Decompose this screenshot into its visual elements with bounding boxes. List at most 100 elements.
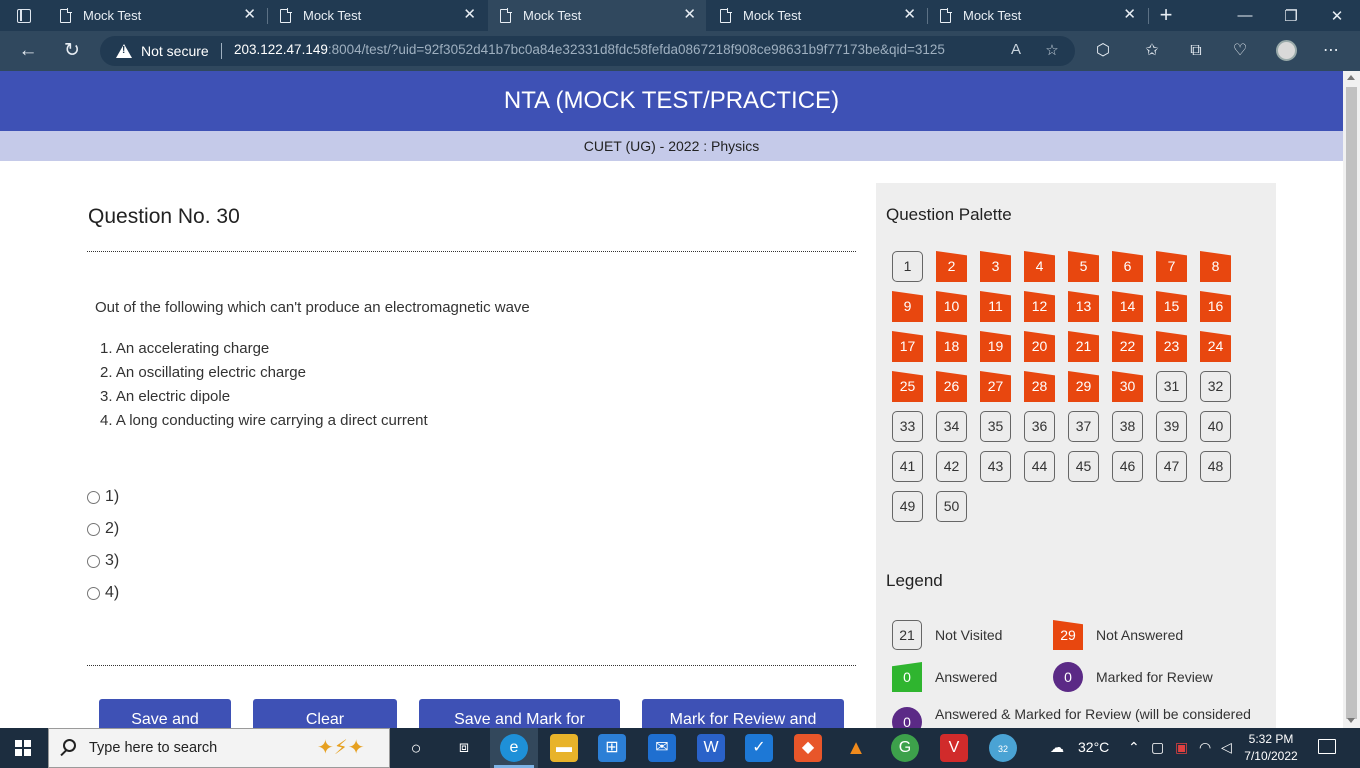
- browser-tab-2[interactable]: Mock Test ✕: [268, 0, 486, 31]
- tab-actions-button[interactable]: [0, 0, 48, 31]
- palette-question-30[interactable]: 30: [1112, 371, 1143, 402]
- palette-question-32[interactable]: 32: [1200, 371, 1231, 402]
- browser-tab-4[interactable]: Mock Test ✕: [708, 0, 926, 31]
- close-icon[interactable]: ✕: [243, 7, 256, 23]
- volume-icon[interactable]: ◁: [1221, 739, 1232, 756]
- palette-question-42[interactable]: 42: [936, 451, 967, 482]
- palette-question-33[interactable]: 33: [892, 411, 923, 442]
- radio-button[interactable]: [87, 522, 100, 536]
- brave-browser-icon[interactable]: ◆: [794, 734, 822, 762]
- url-text[interactable]: 203.122.47.149:8004/test/?uid=92f3052d41…: [234, 42, 945, 57]
- vlc-icon[interactable]: ▲: [842, 734, 870, 762]
- weather-icon[interactable]: ☁: [1050, 739, 1064, 756]
- cortana-icon[interactable]: ○: [402, 734, 430, 762]
- palette-question-20[interactable]: 20: [1024, 331, 1055, 362]
- task-view-icon[interactable]: ⧈: [450, 734, 478, 762]
- palette-question-10[interactable]: 10: [936, 291, 967, 322]
- palette-question-14[interactable]: 14: [1112, 291, 1143, 322]
- palette-question-19[interactable]: 19: [980, 331, 1011, 362]
- security-indicator[interactable]: Not secure: [116, 41, 209, 61]
- collections-icon[interactable]: ⧉: [1183, 39, 1209, 63]
- temperature[interactable]: 32°C: [1078, 739, 1109, 755]
- todo-icon[interactable]: ✓: [745, 734, 773, 762]
- refresh-icon[interactable]: ↻: [59, 39, 85, 63]
- palette-question-17[interactable]: 17: [892, 331, 923, 362]
- scroll-down-icon[interactable]: [1347, 718, 1355, 723]
- browser-tab-5[interactable]: Mock Test ✕: [928, 0, 1146, 31]
- palette-question-13[interactable]: 13: [1068, 291, 1099, 322]
- palette-question-22[interactable]: 22: [1112, 331, 1143, 362]
- browser-tab-3-active[interactable]: Mock Test ✕: [488, 0, 706, 31]
- windows-start-icon[interactable]: [15, 740, 31, 756]
- palette-question-18[interactable]: 18: [936, 331, 967, 362]
- browser-essentials-icon[interactable]: ♡: [1227, 39, 1253, 63]
- new-tab-button[interactable]: +: [1155, 3, 1177, 27]
- palette-question-11[interactable]: 11: [980, 291, 1011, 322]
- palette-question-43[interactable]: 43: [980, 451, 1011, 482]
- app-icon[interactable]: 32: [989, 734, 1017, 762]
- answer-radio-3[interactable]: 3): [87, 552, 119, 570]
- chevron-up-icon[interactable]: ⌃: [1128, 739, 1140, 756]
- palette-question-50[interactable]: 50: [936, 491, 967, 522]
- back-arrow-icon[interactable]: ←: [15, 39, 41, 63]
- favorites-icon[interactable]: ✩: [1139, 39, 1165, 63]
- file-explorer-icon[interactable]: ▬: [550, 734, 578, 762]
- palette-question-39[interactable]: 39: [1156, 411, 1187, 442]
- palette-question-5[interactable]: 5: [1068, 251, 1099, 282]
- palette-question-29[interactable]: 29: [1068, 371, 1099, 402]
- chrome-icon[interactable]: G: [891, 734, 919, 762]
- palette-question-31[interactable]: 31: [1156, 371, 1187, 402]
- palette-question-34[interactable]: 34: [936, 411, 967, 442]
- page-scrollbar[interactable]: [1343, 71, 1360, 728]
- palette-question-48[interactable]: 48: [1200, 451, 1231, 482]
- wifi-icon[interactable]: ◠: [1199, 739, 1211, 756]
- close-icon[interactable]: ✕: [683, 7, 696, 23]
- palette-question-1[interactable]: 1: [892, 251, 923, 282]
- scrollbar-thumb[interactable]: [1346, 87, 1357, 719]
- palette-question-9[interactable]: 9: [892, 291, 923, 322]
- palette-question-40[interactable]: 40: [1200, 411, 1231, 442]
- radio-button[interactable]: [87, 554, 100, 568]
- palette-question-8[interactable]: 8: [1200, 251, 1231, 282]
- system-clock[interactable]: 5:32 PM 7/10/2022: [1236, 731, 1306, 765]
- close-icon[interactable]: ✕: [903, 7, 916, 23]
- palette-question-21[interactable]: 21: [1068, 331, 1099, 362]
- palette-question-41[interactable]: 41: [892, 451, 923, 482]
- meet-now-icon[interactable]: ▢: [1151, 739, 1164, 756]
- answer-radio-1[interactable]: 1): [87, 488, 119, 506]
- restore-button[interactable]: ❐: [1268, 0, 1314, 31]
- extensions-icon[interactable]: ⬡: [1090, 39, 1116, 63]
- palette-question-49[interactable]: 49: [892, 491, 923, 522]
- palette-question-15[interactable]: 15: [1156, 291, 1187, 322]
- browser-tab-1[interactable]: Mock Test ✕: [48, 0, 266, 31]
- palette-question-7[interactable]: 7: [1156, 251, 1187, 282]
- profile-avatar[interactable]: [1276, 40, 1297, 61]
- palette-question-28[interactable]: 28: [1024, 371, 1055, 402]
- security-tray-icon[interactable]: ▣: [1175, 739, 1188, 756]
- palette-question-46[interactable]: 46: [1112, 451, 1143, 482]
- address-bar[interactable]: Not secure 203.122.47.149:8004/test/?uid…: [100, 36, 1075, 66]
- palette-question-3[interactable]: 3: [980, 251, 1011, 282]
- palette-question-24[interactable]: 24: [1200, 331, 1231, 362]
- word-icon[interactable]: W: [697, 734, 725, 762]
- palette-question-4[interactable]: 4: [1024, 251, 1055, 282]
- palette-question-47[interactable]: 47: [1156, 451, 1187, 482]
- palette-question-27[interactable]: 27: [980, 371, 1011, 402]
- taskbar-search-input[interactable]: Type here to search ✦⚡✦: [48, 728, 390, 768]
- palette-question-16[interactable]: 16: [1200, 291, 1231, 322]
- close-icon[interactable]: ✕: [1123, 7, 1136, 23]
- mail-icon[interactable]: ✉: [648, 734, 676, 762]
- notifications-icon[interactable]: [1318, 739, 1336, 754]
- palette-question-45[interactable]: 45: [1068, 451, 1099, 482]
- add-favorite-icon[interactable]: ☆: [1042, 41, 1062, 59]
- scroll-up-icon[interactable]: [1347, 75, 1355, 80]
- close-window-button[interactable]: ✕: [1314, 0, 1360, 31]
- palette-question-26[interactable]: 26: [936, 371, 967, 402]
- vivaldi-icon[interactable]: V: [940, 734, 968, 762]
- minimize-button[interactable]: —: [1222, 0, 1268, 31]
- answer-radio-2[interactable]: 2): [87, 520, 119, 538]
- palette-question-35[interactable]: 35: [980, 411, 1011, 442]
- palette-question-23[interactable]: 23: [1156, 331, 1187, 362]
- answer-radio-4[interactable]: 4): [87, 584, 119, 602]
- more-menu-icon[interactable]: ⋯: [1318, 39, 1344, 63]
